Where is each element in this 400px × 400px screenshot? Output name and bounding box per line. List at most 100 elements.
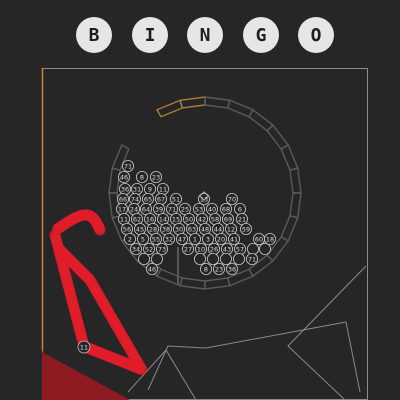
- bingo-ball-number: 71: [124, 162, 132, 170]
- bingo-ball-number: 34: [132, 245, 140, 253]
- bingo-ball-number: 42: [198, 215, 206, 223]
- bingo-ball: 56: [121, 222, 134, 235]
- bingo-ball-number: 1: [193, 235, 197, 243]
- bingo-ball-number: 28: [149, 225, 157, 233]
- drum-segment: [248, 108, 274, 132]
- bingo-ball: 63: [185, 222, 198, 235]
- bingo-ball: 58: [208, 212, 221, 225]
- bingo-ball: 2: [124, 232, 137, 245]
- bingo-ball: 65: [141, 192, 154, 205]
- bingo-ball: 71: [245, 252, 258, 265]
- bingo-ball-number: 6: [238, 205, 242, 213]
- bingo-ball: 73: [155, 242, 168, 255]
- drum-segment: [226, 99, 255, 118]
- bingo-ball-body: [232, 252, 245, 265]
- bingo-ball: 67: [154, 192, 167, 205]
- bingo-ball: 36: [119, 182, 132, 195]
- bingo-ball: 21: [235, 212, 248, 225]
- drum-segment: [108, 167, 121, 194]
- drum-segment: [179, 277, 206, 290]
- bingo-ball: 66: [117, 192, 130, 205]
- bingo-ball: 71: [122, 159, 135, 172]
- bingo-ball: 71: [165, 202, 178, 215]
- bingo-ball: 52: [142, 242, 155, 255]
- bingo-ball: 28: [146, 222, 159, 235]
- bingo-ball-number: 62: [133, 215, 141, 223]
- bingo-ball-number: 70: [228, 195, 236, 203]
- bingo-ball-number: 16: [146, 215, 154, 223]
- bingo-ball: 18: [263, 232, 276, 245]
- bingo-ball-body: [246, 242, 259, 255]
- bingo-ball-number: 8: [204, 265, 208, 273]
- bingo-ball: 74: [128, 192, 141, 205]
- game-stage: 7146 8 2336 31 9 1166 74 65 67 51 13 7017 24 64 39 71 25…: [41, 68, 368, 400]
- bingo-ball-number: 52: [145, 245, 153, 253]
- bingo-ball: 32: [162, 232, 175, 245]
- bingo-ball: 27: [181, 242, 194, 255]
- bingo-ball-number: 71: [248, 255, 256, 263]
- drum-segment: [280, 214, 299, 243]
- bingo-ball: 5: [136, 232, 149, 245]
- drawn-ball: 11: [77, 340, 91, 354]
- bingo-ball: 25: [178, 202, 191, 215]
- bingo-ball: 20: [214, 232, 227, 245]
- bingo-ball-number: 46: [148, 265, 156, 273]
- bingo-ball: 42: [195, 212, 208, 225]
- bingo-ball-number: 2: [128, 235, 132, 243]
- bingo-ball-number: 11: [159, 185, 167, 193]
- bingo-ball-number: 45: [136, 225, 144, 233]
- bingo-ball: [137, 252, 150, 265]
- drum-segment: [289, 192, 302, 219]
- bingo-ball: 3: [201, 232, 214, 245]
- bingo-ball: [246, 242, 259, 255]
- bingo-ball: 51: [169, 192, 182, 205]
- bingo-ball: 60: [252, 232, 265, 245]
- bingo-ball-number: 57: [236, 245, 244, 253]
- bingo-ball-number: 59: [242, 225, 250, 233]
- bingo-ball-number: 27: [184, 245, 192, 253]
- bingo-ball-number: 5: [141, 235, 145, 243]
- bingo-ball-number: 21: [238, 215, 246, 223]
- bingo-ball: 6: [233, 202, 246, 215]
- bingo-ball-number: 44: [214, 225, 222, 233]
- drum-segment: [289, 167, 302, 194]
- bingo-ball-number: 69: [224, 215, 232, 223]
- bingo-ball-number: 41: [230, 235, 238, 243]
- bingo-ball-number: 10: [197, 245, 205, 253]
- bingo-ball-number: 46: [120, 173, 128, 181]
- bingo-ball: 36: [225, 262, 238, 275]
- bingo-ball-number: 8: [140, 173, 144, 181]
- bingo-ball-number: 11: [120, 215, 128, 223]
- bingo-ball: 39: [152, 202, 165, 215]
- bingo-ball: 46: [118, 170, 131, 183]
- bingo-ball: 55: [149, 232, 162, 245]
- bingo-ball: 47: [175, 232, 188, 245]
- bingo-ball-number: 51: [172, 195, 180, 203]
- bingo-ball-number: 24: [130, 205, 138, 213]
- bingo-ball: 8: [199, 262, 212, 275]
- bingo-ball-body: [258, 242, 271, 255]
- bingo-ball: 16: [143, 212, 156, 225]
- bingo-ball: 45: [133, 222, 146, 235]
- bingo-ball: 14: [156, 212, 169, 225]
- bingo-ball: 34: [129, 242, 142, 255]
- bingo-ball-number: 73: [158, 245, 166, 253]
- ramp-right: [287, 265, 367, 400]
- ball-pile: 7146 8 2336 31 9 1166 74 65 67 51 13 7017 24 64 39 71 25…: [116, 159, 276, 275]
- bingo-ball: 68: [219, 202, 232, 215]
- bingo-ball: 57: [233, 242, 246, 255]
- bingo-ball-number: 64: [142, 205, 150, 213]
- bingo-ball-number: 38: [162, 225, 170, 233]
- bingo-ball-number: 65: [144, 195, 152, 203]
- bingo-ball: [150, 252, 163, 265]
- trail-ball: [136, 363, 148, 375]
- bingo-ball: 31: [130, 182, 143, 195]
- bingo-ball-body: [219, 252, 232, 265]
- bingo-ball-number: 32: [165, 235, 173, 243]
- bingo-ball-body: [150, 252, 163, 265]
- bingo-ball-number: 20: [217, 235, 225, 243]
- bingo-ball: 23: [212, 262, 225, 275]
- bingo-ball: 23: [149, 170, 162, 183]
- bingo-ball: 59: [239, 222, 252, 235]
- bingo-ball: 46: [145, 262, 158, 275]
